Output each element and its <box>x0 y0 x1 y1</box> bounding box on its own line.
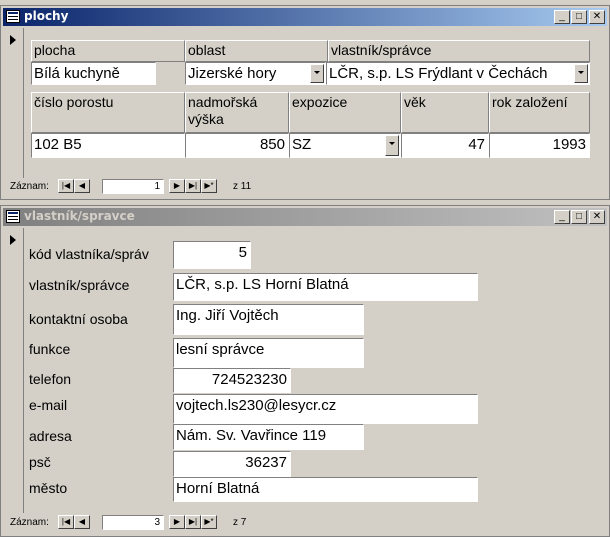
record-label: Záznam: <box>10 517 49 528</box>
form-icon <box>6 210 20 223</box>
close-button[interactable]: ✕ <box>589 210 605 224</box>
last-record-button[interactable]: ▶| <box>185 515 201 529</box>
minimize-button[interactable]: _ <box>554 10 570 24</box>
next-record-button[interactable]: ▶ <box>169 515 185 529</box>
kod-field[interactable]: 5 <box>173 241 251 269</box>
header-expozice: expozice <box>289 92 401 133</box>
vlastnik-combo[interactable]: LČR, s.p. LS Frýdlant v Čechách <box>326 62 590 85</box>
rok-zalozeni-field[interactable]: 1993 <box>489 133 590 158</box>
expozice-combo[interactable]: SZ <box>289 133 401 158</box>
new-record-button[interactable]: ▶* <box>201 179 217 193</box>
first-record-button[interactable]: |◀ <box>58 515 74 529</box>
oblast-combo[interactable]: Jizerské hory <box>185 62 326 85</box>
expozice-value: SZ <box>292 136 312 153</box>
header-nadmorska-vyska: nadmořská výška <box>185 92 289 133</box>
record-selector[interactable] <box>3 228 24 513</box>
record-number-input[interactable]: 1 <box>102 179 164 194</box>
window-vlastnik-spravce: vlastník/spravce _ □ ✕ kód vlastníka/spr… <box>0 205 610 537</box>
close-button[interactable]: ✕ <box>589 10 605 24</box>
next-record-button[interactable]: ▶ <box>169 179 185 193</box>
adresa-field[interactable]: Nám. Sv. Vavřince 119 <box>173 424 364 450</box>
psc-label: psč <box>29 454 51 470</box>
header-oblast: oblast <box>185 40 328 62</box>
record-label: Záznam: <box>10 181 49 192</box>
form-icon <box>6 10 20 23</box>
expozice-dropdown-icon[interactable] <box>385 135 399 156</box>
nadmorska-vyska-field[interactable]: 850 <box>185 133 289 158</box>
psc-field[interactable]: 36237 <box>173 451 291 477</box>
oblast-value: Jizerské hory <box>188 65 277 82</box>
title-bar-plochy[interactable]: plochy _ □ ✕ <box>3 8 607 26</box>
record-navigator: Záznam: |◀ ◀ 3 ▶ ▶| ▶* z 7 <box>3 514 607 532</box>
record-count: z 7 <box>233 517 247 528</box>
record-navigator: Záznam: |◀ ◀ 1 ▶ ▶| ▶* z 11 <box>3 178 607 196</box>
window-title: vlastník/spravce <box>24 209 135 223</box>
adresa-label: adresa <box>29 428 72 444</box>
kontakt-field[interactable]: Ing. Jiří Vojtěch <box>173 304 364 335</box>
email-label: e-mail <box>29 397 68 413</box>
vlastnik-value: LČR, s.p. LS Frýdlant v Čechách <box>329 65 548 82</box>
telefon-field[interactable]: 724523230 <box>173 368 291 393</box>
window-plochy: plochy _ □ ✕ plocha oblast vlastník/sprá… <box>0 5 610 200</box>
window-title: plochy <box>24 9 69 23</box>
oblast-dropdown-icon[interactable] <box>310 64 324 83</box>
telefon-label: telefon <box>29 371 72 387</box>
maximize-button[interactable]: □ <box>571 210 587 224</box>
title-bar-vlastnik[interactable]: vlastník/spravce _ □ ✕ <box>3 208 607 226</box>
email-field[interactable]: vojtech.ls230@lesycr.cz <box>173 394 478 424</box>
current-record-arrow-icon <box>10 35 16 45</box>
funkce-field[interactable]: lesní správce <box>173 338 364 368</box>
last-record-button[interactable]: ▶| <box>185 179 201 193</box>
funkce-label: funkce <box>29 341 71 357</box>
record-number-input[interactable]: 3 <box>102 515 164 530</box>
header-vek: věk <box>401 92 489 133</box>
mesto-label: město <box>29 480 68 496</box>
maximize-button[interactable]: □ <box>571 10 587 24</box>
kontakt-label: kontaktní osoba <box>29 311 128 327</box>
minimize-button[interactable]: _ <box>554 210 570 224</box>
mesto-field[interactable]: Horní Blatná <box>173 477 478 502</box>
prev-record-button[interactable]: ◀ <box>74 179 90 193</box>
header-vlastnik: vlastník/správce <box>328 40 590 62</box>
header-plocha: plocha <box>31 40 185 62</box>
vlastnik-dropdown-icon[interactable] <box>574 64 588 83</box>
kod-label: kód vlastníka/správ <box>29 246 149 262</box>
first-record-button[interactable]: |◀ <box>58 179 74 193</box>
cislo-porostu-field[interactable]: 102 B5 <box>31 133 185 158</box>
header-rok-zalozeni: rok založení <box>489 92 590 133</box>
record-selector[interactable] <box>3 28 24 178</box>
header-cislo-porostu: číslo porostu <box>31 92 185 133</box>
vlastnik-field[interactable]: LČR, s.p. LS Horní Blatná <box>173 273 478 301</box>
new-record-button[interactable]: ▶* <box>201 515 217 529</box>
prev-record-button[interactable]: ◀ <box>74 515 90 529</box>
plocha-field[interactable]: Bílá kuchyně <box>31 62 156 85</box>
current-record-arrow-icon <box>10 235 16 245</box>
record-count: z 11 <box>233 181 252 192</box>
vek-field[interactable]: 47 <box>401 133 489 158</box>
vlastnik-label: vlastník/správce <box>29 277 130 293</box>
